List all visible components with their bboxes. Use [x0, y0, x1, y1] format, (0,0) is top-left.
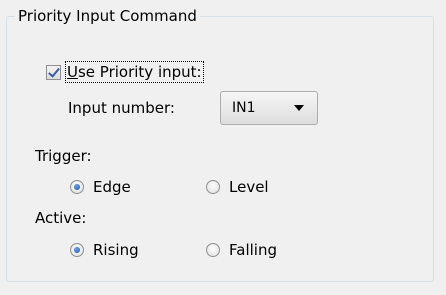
active-label-row: Active:: [35, 208, 86, 228]
chevron-down-icon: [294, 105, 304, 111]
active-falling-radio[interactable]: [206, 243, 220, 257]
use-priority-label[interactable]: Use Priority input:: [65, 61, 204, 83]
trigger-level-radio[interactable]: [206, 180, 220, 194]
use-priority-checkbox[interactable]: [46, 64, 61, 80]
group-title: Priority Input Command: [15, 7, 200, 25]
trigger-edge-label[interactable]: Edge: [93, 177, 131, 197]
active-rising-label[interactable]: Rising: [93, 240, 139, 260]
trigger-level-label[interactable]: Level: [229, 177, 269, 197]
input-number-select[interactable]: IN1: [220, 91, 318, 125]
trigger-edge-option[interactable]: Edge: [70, 177, 131, 197]
use-priority-checkbox-row[interactable]: Use Priority input:: [46, 61, 204, 83]
active-rising-radio[interactable]: [70, 243, 84, 257]
trigger-level-option[interactable]: Level: [206, 177, 269, 197]
active-label: Active:: [35, 209, 87, 227]
trigger-label-row: Trigger:: [35, 146, 92, 166]
active-falling-option[interactable]: Falling: [206, 240, 277, 260]
trigger-edge-radio[interactable]: [70, 180, 84, 194]
active-rising-option[interactable]: Rising: [70, 240, 139, 260]
active-falling-label[interactable]: Falling: [229, 240, 277, 260]
input-number-label: Input number:: [68, 99, 175, 117]
trigger-label: Trigger:: [35, 147, 92, 165]
input-number-value: IN1: [232, 100, 256, 116]
input-number-row: Input number:: [68, 98, 175, 118]
